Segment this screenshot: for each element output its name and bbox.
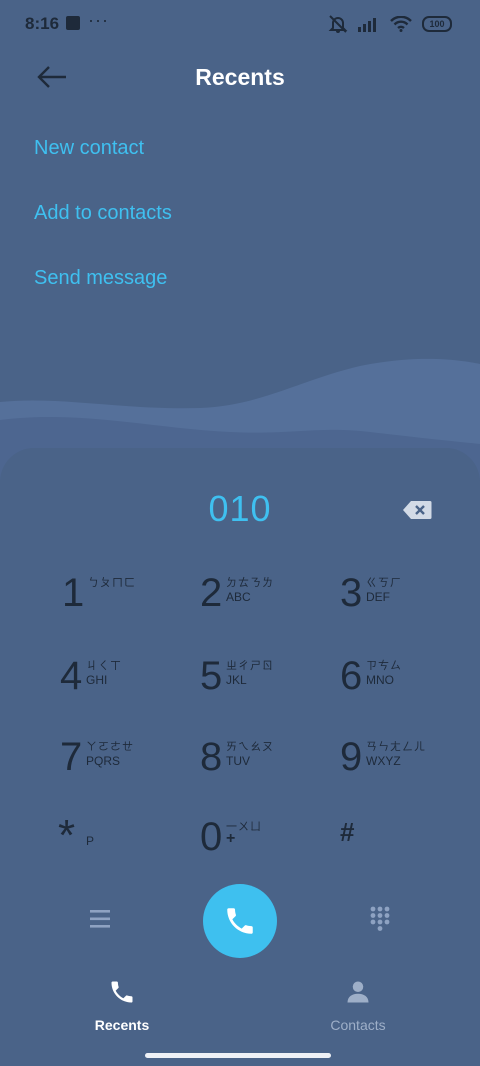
backspace-icon	[403, 501, 432, 519]
key-bopomofo: ㄐㄑㄒ	[86, 660, 122, 672]
person-icon	[347, 981, 369, 1003]
key-bopomofo: ㄅㄆㄇㄈ	[88, 577, 136, 589]
notification-dots: ···	[88, 10, 109, 30]
home-indicator[interactable]	[145, 1053, 331, 1058]
status-icons: 100	[328, 14, 452, 34]
key-letters: PQRS	[86, 754, 121, 768]
key-digit: 1	[62, 571, 85, 615]
key-7[interactable]: 7 ㄚㄛㄜㄝ PQRS	[60, 734, 200, 804]
header: Recents	[0, 48, 480, 108]
call-button[interactable]	[203, 884, 277, 958]
keypad-toggle-button[interactable]	[369, 906, 391, 932]
status-time: 8:16	[25, 14, 60, 33]
key-digit: 8	[200, 735, 223, 779]
key-3[interactable]: 3 ㄍㄎㄏ DEF	[340, 570, 480, 640]
menu-icon	[90, 910, 110, 928]
key-letters: JKL	[226, 673, 247, 687]
key-star[interactable]: * P	[58, 814, 198, 884]
phone-icon	[227, 908, 253, 934]
key-digit: *	[58, 811, 76, 860]
tab-contacts[interactable]: Contacts	[288, 978, 428, 1033]
key-letters: MNO	[366, 673, 394, 687]
key-1[interactable]: 1 ㄅㄆㄇㄈ	[62, 570, 202, 640]
key-8[interactable]: 8 ㄞㄟㄠㄡ TUV	[200, 734, 340, 804]
battery-icon: 100	[422, 16, 452, 32]
key-digit: 9	[340, 735, 363, 779]
key-letters: +	[226, 830, 236, 847]
key-6[interactable]: 6 ㄗㄘㄙ MNO	[340, 653, 480, 723]
backspace-button[interactable]	[402, 500, 432, 520]
key-bopomofo: ㄗㄘㄙ	[366, 660, 402, 672]
muted-bell-icon	[328, 15, 348, 33]
key-bopomofo: ㄚㄛㄜㄝ	[86, 741, 134, 753]
keypad-icon	[370, 906, 390, 931]
key-digit: 3	[340, 571, 363, 615]
phone-icon	[111, 981, 133, 1003]
key-digit: 6	[340, 654, 363, 698]
key-4[interactable]: 4 ㄐㄑㄒ GHI	[60, 653, 200, 723]
key-9[interactable]: 9 ㄢㄣㄤㄥㄦ WXYZ	[340, 734, 480, 804]
key-bopomofo: ㄍㄎㄏ	[366, 577, 402, 589]
page-title: Recents	[195, 64, 285, 90]
wifi-icon	[390, 16, 412, 32]
tab-label: Contacts	[330, 1017, 386, 1033]
signal-icon	[358, 18, 376, 32]
add-to-contacts-link[interactable]: Add to contacts	[34, 195, 172, 260]
key-letters: DEF	[366, 590, 390, 604]
key-letters: GHI	[86, 673, 108, 687]
key-hash[interactable]: #	[340, 814, 480, 884]
tab-recents[interactable]: Recents	[52, 978, 192, 1033]
key-digit: 2	[200, 571, 223, 615]
key-bopomofo: ㄉㄊㄋㄌ	[226, 577, 274, 589]
key-digit: 5	[200, 654, 223, 698]
menu-button[interactable]	[88, 908, 112, 930]
key-bopomofo: ㄢㄣㄤㄥㄦ	[366, 741, 426, 753]
key-2[interactable]: 2 ㄉㄊㄋㄌ ABC	[200, 570, 340, 640]
key-5[interactable]: 5 ㄓㄔㄕㄖ JKL	[200, 653, 340, 723]
key-digit: 4	[60, 654, 83, 698]
action-list: New contact Add to contacts Send message	[34, 130, 172, 325]
key-letters: P	[86, 834, 95, 848]
key-letters: ABC	[226, 590, 251, 604]
key-digit: 0	[200, 815, 223, 859]
app-notification-icon	[66, 16, 80, 30]
key-digit: #	[340, 817, 355, 847]
key-letters: TUV	[226, 754, 250, 768]
key-bopomofo: ㄞㄟㄠㄡ	[226, 741, 274, 753]
key-bopomofo: ㄓㄔㄕㄖ	[226, 660, 274, 672]
tab-label: Recents	[94, 1017, 150, 1033]
key-digit: 7	[60, 735, 83, 779]
key-0[interactable]: 0 一ㄨㄩ +	[200, 814, 340, 884]
send-message-link[interactable]: Send message	[34, 260, 172, 325]
status-bar: 8:16 ··· 100	[0, 0, 480, 48]
new-contact-link[interactable]: New contact	[34, 130, 172, 195]
key-letters: WXYZ	[366, 754, 401, 768]
